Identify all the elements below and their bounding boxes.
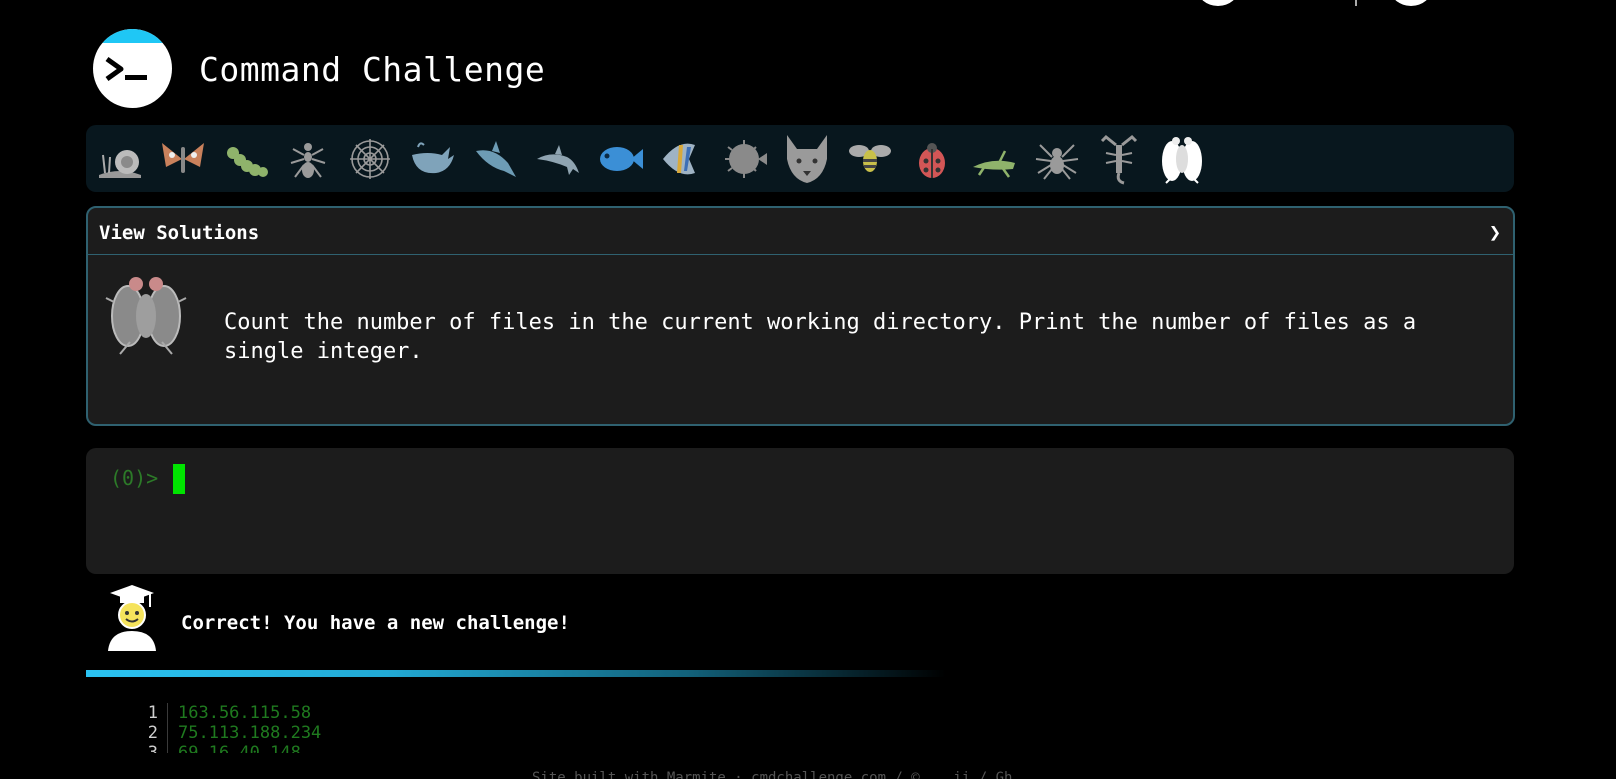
scorpion-icon[interactable] <box>1093 133 1145 185</box>
output-line-text: 75.113.188.234 <box>178 723 322 743</box>
python-icon[interactable] <box>1282 0 1302 6</box>
shark-icon[interactable] <box>469 133 521 185</box>
output-line: 2 75.113.188.234 <box>130 723 321 743</box>
chevron-right-icon[interactable]: ❯ <box>1489 220 1501 244</box>
ladybug-icon[interactable] <box>906 133 958 185</box>
output-listing: 1 163.56.115.58 2 75.113.188.234 3 69.16… <box>130 703 321 753</box>
page: Command Challenge View Solutions ❯ Count… <box>0 0 1616 779</box>
challenge-animal-bar <box>86 125 1514 192</box>
challenge-description: Count the number of files in the current… <box>224 310 1417 364</box>
profile-icon[interactable] <box>1390 0 1432 6</box>
pufferfish-icon[interactable] <box>719 133 771 185</box>
wolf-icon[interactable] <box>781 133 833 185</box>
view-solutions-toggle[interactable]: View Solutions ❯ <box>88 208 1513 255</box>
nav-divider <box>1355 0 1357 6</box>
top-nav-icons <box>1185 0 1445 10</box>
output-line-number: 3 <box>130 743 168 753</box>
angelfish-icon[interactable] <box>656 133 708 185</box>
fly-icon[interactable] <box>1156 133 1208 185</box>
fly-challenge-icon <box>105 277 187 355</box>
output-line-text: 163.56.115.58 <box>178 703 312 723</box>
progress-bar <box>86 670 946 677</box>
challenge-panel: View Solutions ❯ Count the number of fil… <box>86 206 1515 426</box>
logo-accent-band <box>93 29 172 43</box>
ant-icon[interactable] <box>282 133 334 185</box>
grasshopper-icon[interactable] <box>968 133 1020 185</box>
feedback-message: Correct! You have a new challenge! <box>181 612 570 634</box>
spider-web-icon[interactable] <box>344 133 396 185</box>
whale-icon[interactable] <box>407 133 459 185</box>
output-line: 3 69.16.40.148 <box>130 743 321 753</box>
output-line-number: 1 <box>130 703 168 723</box>
bee-icon[interactable] <box>844 133 896 185</box>
terminal-cursor <box>173 464 185 494</box>
output-line: 1 163.56.115.58 <box>130 703 321 723</box>
site-footer: Site built with Marmite · cmdchallenge.c… <box>532 770 1013 779</box>
site-logo[interactable] <box>93 29 172 108</box>
moth-icon[interactable] <box>157 133 209 185</box>
terminal-prompt: (0)> <box>110 466 159 490</box>
page-title: Command Challenge <box>199 50 546 89</box>
terminal-input[interactable]: (0)> <box>86 448 1514 574</box>
output-line-text: 69.16.40.148 <box>178 743 301 753</box>
github-icon[interactable] <box>1197 0 1239 6</box>
caterpillar-icon[interactable] <box>220 133 272 185</box>
terminal-prompt-icon <box>105 56 147 82</box>
snail-icon[interactable] <box>94 133 146 185</box>
view-solutions-label: View Solutions <box>99 222 260 244</box>
dolphin-icon[interactable] <box>532 133 584 185</box>
spider-icon[interactable] <box>1031 133 1083 185</box>
fish-icon[interactable] <box>594 133 646 185</box>
output-line-number: 2 <box>130 723 168 743</box>
graduate-mascot-icon <box>108 585 156 651</box>
